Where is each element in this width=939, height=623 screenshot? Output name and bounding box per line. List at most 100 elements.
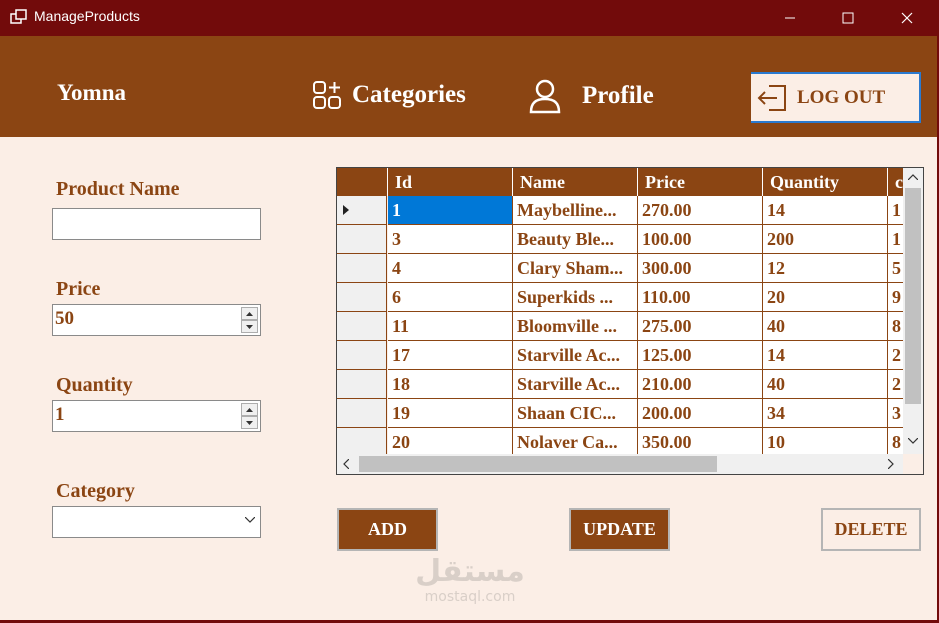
row-header-corner: [337, 168, 388, 196]
cell-id[interactable]: 3: [388, 225, 513, 254]
cell-quantity[interactable]: 40: [763, 312, 888, 341]
price-label: Price: [56, 278, 101, 300]
caret-down-icon: [246, 324, 253, 329]
cell-price[interactable]: 100.00: [638, 225, 763, 254]
cell-quantity[interactable]: 20: [763, 283, 888, 312]
cell-quantity[interactable]: 14: [763, 341, 888, 370]
cell-name[interactable]: Starville Ac...: [513, 370, 638, 399]
cell-price[interactable]: 110.00: [638, 283, 763, 312]
close-button[interactable]: [884, 0, 930, 36]
quantity-spinner[interactable]: [241, 403, 258, 429]
app-header: Yomna Categories Profile LOG OUT: [0, 36, 939, 137]
cell-quantity[interactable]: 12: [763, 254, 888, 283]
cell-quantity[interactable]: 34: [763, 399, 888, 428]
row-header[interactable]: [337, 370, 387, 399]
cell-price[interactable]: 200.00: [638, 399, 763, 428]
price-stepper[interactable]: 50: [52, 304, 261, 336]
cell-name[interactable]: Clary Sham...: [513, 254, 638, 283]
category-label: Category: [56, 480, 135, 502]
quantity-up-button[interactable]: [241, 403, 258, 416]
cell-quantity[interactable]: 40: [763, 370, 888, 399]
cell-price[interactable]: 270.00: [638, 196, 763, 225]
cell-quantity[interactable]: 200: [763, 225, 888, 254]
horizontal-scroll-thumb[interactable]: [359, 456, 717, 472]
row-header[interactable]: [337, 254, 387, 283]
logout-button[interactable]: LOG OUT: [751, 72, 921, 123]
row-header[interactable]: [337, 428, 387, 457]
cell-id[interactable]: 17: [388, 341, 513, 370]
column-header-price[interactable]: Price: [638, 168, 763, 196]
nav-profile-label: Profile: [582, 82, 654, 109]
table-row[interactable]: 3 Beauty Ble... 100.00 200 1: [337, 225, 923, 254]
products-grid[interactable]: Id Name Price Quantity c 1 Maybelline... 2…: [336, 167, 924, 475]
row-header[interactable]: [337, 196, 387, 225]
row-header[interactable]: [337, 283, 387, 312]
price-down-button[interactable]: [241, 320, 258, 333]
cell-name[interactable]: Starville Ac...: [513, 341, 638, 370]
update-button[interactable]: UPDATE: [569, 508, 670, 551]
cell-id[interactable]: 20: [388, 428, 513, 457]
row-header[interactable]: [337, 312, 387, 341]
cell-id[interactable]: 11: [388, 312, 513, 341]
cell-name[interactable]: Shaan CIC...: [513, 399, 638, 428]
column-header-id[interactable]: Id: [388, 168, 513, 196]
cell-id[interactable]: 6: [388, 283, 513, 312]
scroll-up-icon: [908, 174, 918, 180]
quantity-down-button[interactable]: [241, 416, 258, 429]
cell-name[interactable]: Bloomville ...: [513, 312, 638, 341]
delete-button[interactable]: DELETE: [821, 508, 921, 551]
product-name-input[interactable]: [52, 208, 261, 240]
grid-header: Id Name Price Quantity c: [337, 168, 923, 196]
nav-categories[interactable]: Categories: [312, 80, 466, 110]
cell-quantity[interactable]: 10: [763, 428, 888, 457]
caret-up-icon: [246, 311, 253, 316]
cell-name[interactable]: Nolaver Ca...: [513, 428, 638, 457]
close-icon: [901, 12, 913, 24]
current-row-icon: [343, 205, 349, 215]
add-button[interactable]: ADD: [337, 508, 438, 551]
table-row[interactable]: 19 Shaan CIC... 200.00 34 3: [337, 399, 923, 428]
cell-price[interactable]: 350.00: [638, 428, 763, 457]
price-up-button[interactable]: [241, 307, 258, 320]
row-header[interactable]: [337, 225, 387, 254]
cell-id[interactable]: 1: [388, 196, 513, 225]
row-header[interactable]: [337, 341, 387, 370]
quantity-stepper[interactable]: 1: [52, 400, 261, 432]
caret-up-icon: [246, 407, 253, 412]
maximize-button[interactable]: [825, 0, 871, 36]
column-header-name[interactable]: Name: [513, 168, 638, 196]
row-header[interactable]: [337, 399, 387, 428]
table-row[interactable]: 20 Nolaver Ca... 350.00 10 8: [337, 428, 923, 457]
cell-quantity[interactable]: 14: [763, 196, 888, 225]
table-row[interactable]: 4 Clary Sham... 300.00 12 5: [337, 254, 923, 283]
category-select[interactable]: [52, 506, 261, 538]
table-row[interactable]: 1 Maybelline... 270.00 14 1: [337, 196, 923, 225]
cell-price[interactable]: 125.00: [638, 341, 763, 370]
table-row[interactable]: 11 Bloomville ... 275.00 40 8: [337, 312, 923, 341]
cell-name[interactable]: Beauty Ble...: [513, 225, 638, 254]
cell-price[interactable]: 300.00: [638, 254, 763, 283]
cell-price[interactable]: 275.00: [638, 312, 763, 341]
horizontal-scrollbar[interactable]: [337, 454, 903, 474]
vertical-scrollbar[interactable]: [903, 168, 923, 454]
minimize-button[interactable]: [767, 0, 813, 36]
vertical-scroll-thumb[interactable]: [905, 188, 921, 404]
cell-id[interactable]: 4: [388, 254, 513, 283]
table-row[interactable]: 17 Starville Ac... 125.00 14 2: [337, 341, 923, 370]
table-row[interactable]: 18 Starville Ac... 210.00 40 2: [337, 370, 923, 399]
price-spinner[interactable]: [241, 307, 258, 333]
nav-profile[interactable]: Profile: [528, 78, 654, 114]
categories-icon: [313, 81, 341, 109]
cell-name[interactable]: Superkids ...: [513, 283, 638, 312]
column-header-quantity[interactable]: Quantity: [763, 168, 888, 196]
scroll-down-icon: [908, 438, 918, 444]
maximize-icon: [842, 12, 854, 24]
watermark: مستقل mostaql.com: [412, 554, 528, 606]
cell-price[interactable]: 210.00: [638, 370, 763, 399]
table-row[interactable]: 6 Superkids ... 110.00 20 9: [337, 283, 923, 312]
cell-name[interactable]: Maybelline...: [513, 196, 638, 225]
cell-id[interactable]: 18: [388, 370, 513, 399]
cell-id[interactable]: 19: [388, 399, 513, 428]
scroll-left-icon: [343, 459, 349, 469]
watermark-arabic: مستقل: [415, 554, 525, 589]
